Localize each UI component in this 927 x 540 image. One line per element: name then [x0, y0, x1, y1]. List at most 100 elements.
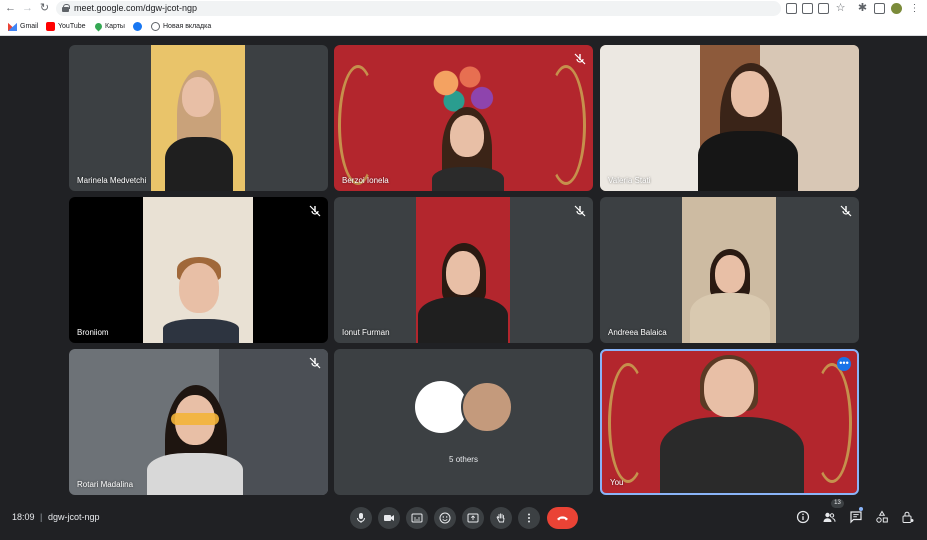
bookmark-label: YouTube — [58, 23, 86, 30]
chat-button[interactable] — [849, 510, 863, 524]
youtube-icon — [46, 22, 55, 31]
more-options-icon[interactable]: ••• — [837, 357, 851, 371]
hand-icon — [496, 513, 505, 523]
reload-icon[interactable]: ↻ — [38, 2, 51, 15]
people-button[interactable] — [822, 510, 836, 524]
shirt — [690, 293, 770, 343]
participant-name: Broniiom — [77, 328, 109, 337]
participants-count-badge: 13 — [831, 499, 844, 508]
menu-icon[interactable]: ⋮ — [909, 3, 920, 14]
camera-icon — [384, 515, 394, 521]
shirt — [660, 417, 804, 493]
bookmark-maps[interactable]: Карты — [93, 20, 125, 33]
captions-button[interactable] — [406, 507, 428, 529]
side-panel-icon[interactable] — [874, 3, 885, 14]
bookmark-new-tab[interactable]: Новая вкладка — [151, 20, 211, 33]
wreath-right — [546, 65, 586, 185]
more-options-button[interactable] — [518, 507, 540, 529]
camera-status-icon[interactable] — [786, 3, 797, 14]
shirt — [165, 137, 233, 191]
participant-name: Valeria Stati — [608, 176, 651, 185]
emoji-icon — [439, 512, 451, 524]
activities-button[interactable] — [875, 510, 889, 524]
video-feed — [143, 197, 253, 343]
participant-name: Andreea Balaica — [608, 328, 667, 337]
bookmark-youtube[interactable]: YouTube — [46, 20, 86, 33]
forward-icon[interactable]: → — [21, 2, 34, 15]
participant-tile[interactable]: Rotari Madalina — [69, 349, 328, 495]
host-controls-button[interactable] — [901, 510, 915, 524]
participant-tile[interactable]: Berzoi Ionela — [334, 45, 593, 191]
wreath-right — [812, 363, 852, 483]
bookmark-star-icon[interactable]: ☆ — [835, 3, 846, 14]
meeting-details-button[interactable] — [796, 510, 810, 524]
back-icon[interactable]: ← — [4, 2, 17, 15]
wreath-left — [608, 363, 648, 483]
glasses — [171, 413, 219, 425]
camera-button[interactable] — [378, 507, 400, 529]
translate-icon[interactable] — [802, 3, 813, 14]
chat-unread-dot — [859, 507, 863, 511]
microphone-button[interactable] — [350, 507, 372, 529]
face — [704, 359, 754, 417]
participant-tile[interactable]: Ionut Furman — [334, 197, 593, 343]
others-avatar-photo — [461, 381, 513, 433]
globe-icon — [151, 22, 160, 31]
bookmark-label: Карты — [105, 23, 125, 30]
shirt — [163, 319, 239, 343]
microphone-icon — [357, 513, 365, 523]
control-bar: 18:09 | dgw-jcot-ngp 13 — [0, 499, 927, 540]
participant-tile[interactable]: Marinela Medvetchi — [69, 45, 328, 191]
reactions-button[interactable] — [434, 507, 456, 529]
facebook-icon — [133, 22, 142, 31]
hang-up-icon — [557, 516, 568, 521]
browser-chrome: ← → ↻ meet.google.com/dgw-jcot-ngp ☆ ✱ ⋮… — [0, 0, 927, 36]
profile-avatar[interactable] — [891, 3, 902, 14]
self-tile[interactable]: ••• You — [600, 349, 859, 495]
raise-hand-button[interactable] — [490, 507, 512, 529]
shirt — [147, 453, 243, 495]
others-count-label: 5 others — [449, 455, 478, 464]
mic-off-icon — [308, 356, 322, 370]
info-icon — [796, 510, 810, 524]
shirt — [698, 131, 798, 191]
extensions-icon[interactable]: ✱ — [857, 3, 868, 14]
mic-off-icon — [308, 204, 322, 218]
wreath-left — [338, 65, 378, 185]
address-bar[interactable]: meet.google.com/dgw-jcot-ngp — [56, 1, 781, 16]
participant-name: Rotari Madalina — [77, 480, 134, 489]
more-vert-icon — [528, 513, 530, 523]
lock-person-icon — [902, 511, 914, 523]
bookmarks-bar: Gmail YouTube Карты Новая вкладка — [0, 18, 927, 35]
gmail-icon — [8, 22, 17, 31]
shirt — [418, 297, 508, 343]
mic-off-icon — [839, 204, 853, 218]
people-icon — [823, 512, 836, 522]
url-text[interactable]: meet.google.com/dgw-jcot-ngp — [74, 2, 197, 15]
present-button[interactable] — [462, 507, 484, 529]
face — [715, 255, 745, 293]
participant-tile[interactable]: Andreea Balaica — [600, 197, 859, 343]
separator: | — [40, 512, 43, 522]
face — [179, 263, 219, 313]
activities-shapes-icon — [876, 510, 888, 523]
captions-icon — [411, 513, 423, 523]
participant-name: Ionut Furman — [342, 328, 390, 337]
participant-tile[interactable]: Broniiom — [69, 197, 328, 343]
present-screen-icon — [467, 513, 479, 523]
bookmark-gmail[interactable]: Gmail — [8, 20, 38, 33]
participant-name: You — [610, 478, 624, 487]
participant-tile[interactable]: Valeria Stati — [600, 45, 859, 191]
address-row: ← → ↻ meet.google.com/dgw-jcot-ngp ☆ ✱ ⋮ — [0, 0, 927, 17]
leave-call-button[interactable] — [547, 507, 578, 529]
video-feed — [416, 197, 510, 343]
face — [446, 251, 480, 295]
video-feed — [600, 45, 700, 191]
participant-name: Berzoi Ionela — [342, 176, 389, 185]
bookmark-facebook[interactable] — [133, 20, 142, 33]
others-tile[interactable]: 5 others — [334, 349, 593, 495]
meeting-time: 18:09 — [12, 512, 35, 522]
participant-name: Marinela Medvetchi — [77, 176, 147, 185]
others-avatar-blank — [415, 381, 467, 433]
share-icon[interactable] — [818, 3, 829, 14]
